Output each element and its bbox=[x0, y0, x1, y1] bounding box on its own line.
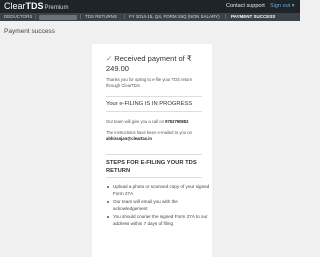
breadcrumb-separator: | bbox=[80, 14, 82, 20]
list-item: Our team will email you with the ackowle… bbox=[106, 198, 210, 212]
list-item: Upload a photo or scanned copy of your s… bbox=[106, 183, 210, 197]
brand-name: Clear bbox=[4, 1, 26, 11]
divider bbox=[106, 111, 202, 112]
payment-amount: 249.00 bbox=[106, 64, 129, 73]
received-payment-heading: ✓ Received payment of ₹ bbox=[106, 54, 192, 63]
call-prefix: Our team will give you a call on bbox=[106, 119, 164, 124]
breadcrumb-deductors[interactable]: Deductors bbox=[4, 13, 34, 21]
email-address: abhiranjan@cleartax.in bbox=[106, 136, 152, 141]
thanks-message: Thanks you for opting to e-file your TDS… bbox=[106, 77, 193, 88]
breadcrumb-separator: | bbox=[225, 14, 227, 20]
email-info: The instructions have been e-mailed to y… bbox=[106, 130, 206, 142]
filing-status-heading: Your e-FILING IS IN PROGRESS bbox=[106, 101, 193, 107]
divider bbox=[106, 177, 202, 178]
divider bbox=[106, 154, 202, 155]
list-item: You should courier the signed Form 27A t… bbox=[106, 213, 210, 227]
steps-heading: STEPS FOR E-FILING YOUR TDS RETURN bbox=[106, 160, 197, 174]
divider bbox=[106, 96, 202, 97]
user-menu[interactable]: Sign out ▾ bbox=[270, 3, 294, 9]
brand-tds: TDS bbox=[25, 1, 44, 11]
breadcrumb-separator: | bbox=[35, 14, 37, 20]
breadcrumb-return-period[interactable]: FY 2014-15, Q4, Form 26Q (Non Salary) bbox=[129, 13, 224, 21]
email-prefix: The instructions have been e-mailed to y… bbox=[106, 130, 192, 135]
payment-success-card: ✓ Received payment of ₹ 249.00 Thanks you… bbox=[92, 44, 212, 257]
breadcrumb-deductor-name[interactable] bbox=[39, 14, 77, 20]
steps-list: Upload a photo or scanned copy of your s… bbox=[106, 183, 210, 228]
phone-number: 9752790852 bbox=[165, 119, 189, 124]
page-title: Payment success bbox=[4, 28, 55, 35]
breadcrumb-separator: | bbox=[124, 14, 126, 20]
breadcrumb-tds-returns[interactable]: TDS Returns bbox=[85, 13, 123, 21]
contact-support-link[interactable]: Contact support bbox=[226, 3, 265, 9]
top-nav-bar: ClearTDSPremium Contact support Sign out… bbox=[0, 0, 300, 13]
received-payment-label: Received payment of ₹ bbox=[114, 54, 192, 63]
breadcrumb: Deductors | | TDS Returns | FY 2014-15, … bbox=[0, 13, 300, 21]
check-icon: ✓ bbox=[106, 54, 113, 63]
brand-premium-label: Premium bbox=[44, 5, 69, 11]
breadcrumb-payment-success: Payment Success bbox=[231, 14, 276, 19]
call-info: Our team will give you a call on 9752790… bbox=[106, 119, 188, 125]
